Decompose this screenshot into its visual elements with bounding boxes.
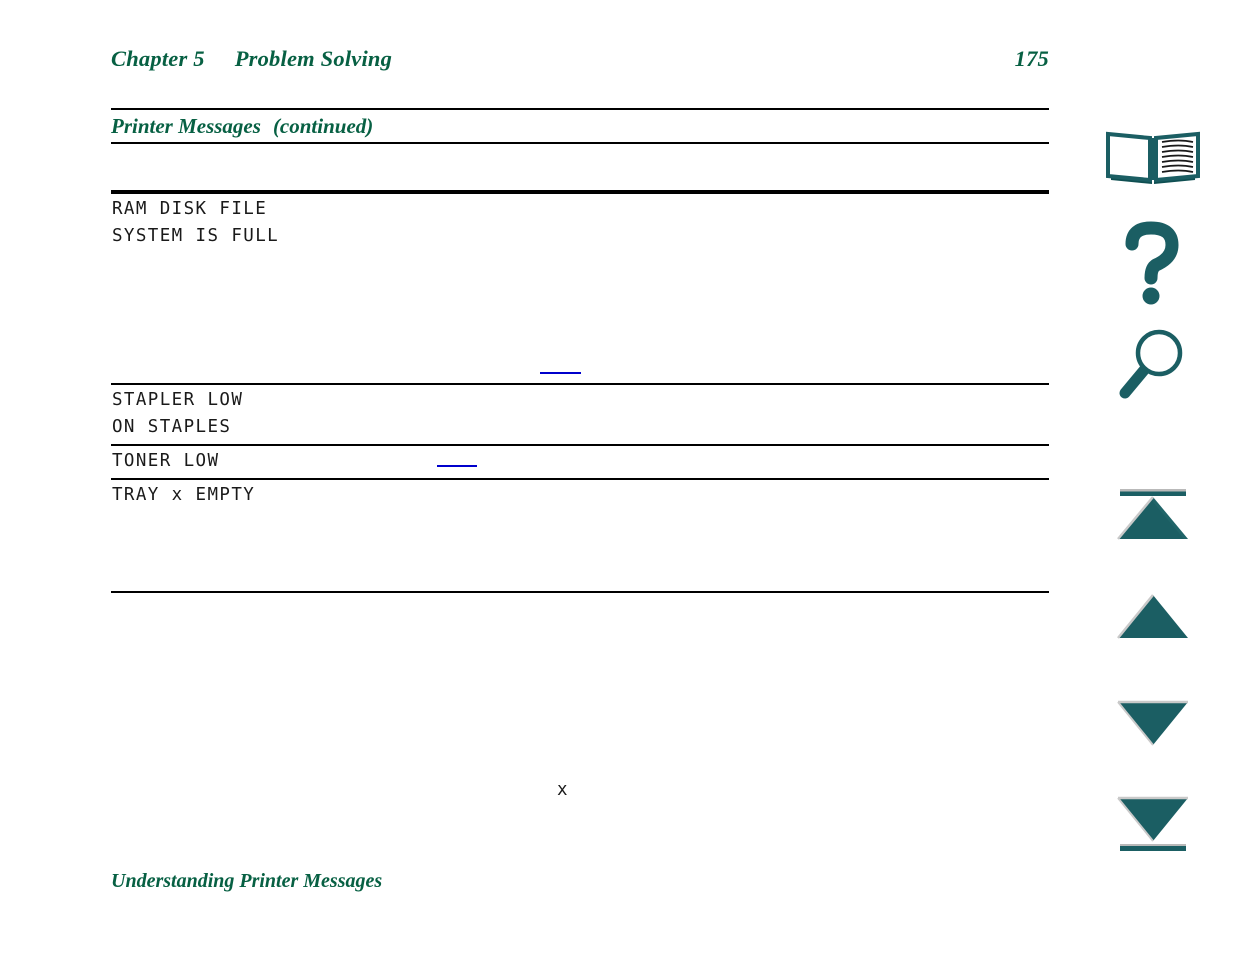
table-row: TRAY x EMPTY x bbox=[111, 480, 1049, 800]
message-cell: TRAY x EMPTY bbox=[112, 485, 256, 505]
table-row: TONER LOW bbox=[111, 446, 1049, 480]
rule-row-separator bbox=[111, 444, 1049, 446]
table-row: RAM DISK FILE SYSTEM IS FULL bbox=[111, 194, 1049, 383]
first-page-button[interactable] bbox=[1070, 484, 1235, 552]
triangle-down-icon bbox=[1114, 698, 1192, 753]
message-cell: TONER LOW bbox=[112, 451, 220, 471]
page-number: 175 bbox=[1014, 46, 1049, 71]
book-icon bbox=[1103, 126, 1203, 193]
rule-row-separator bbox=[111, 478, 1049, 480]
rule-above-section-title bbox=[111, 108, 1049, 110]
help-button[interactable] bbox=[1070, 218, 1235, 312]
message-cell: STAPLER LOW ON STAPLES bbox=[112, 390, 244, 437]
rule-below-section-title bbox=[111, 142, 1049, 144]
section-title: Printer Messages (continued) bbox=[111, 114, 373, 139]
message-cell: RAM DISK FILE SYSTEM IS FULL bbox=[112, 199, 280, 246]
running-head-chapter: Chapter 5 bbox=[111, 46, 205, 71]
rule-row-separator bbox=[111, 383, 1049, 385]
running-head: Chapter 5 Problem Solving 175 bbox=[111, 46, 1049, 80]
printer-messages-table: RAM DISK FILE SYSTEM IS FULL STAPLER LOW… bbox=[111, 194, 1049, 800]
triangle-down-bar-icon bbox=[1114, 796, 1192, 861]
navigation-rail bbox=[1070, 0, 1235, 954]
last-page-button[interactable] bbox=[1070, 792, 1235, 864]
section-title-continued: (continued) bbox=[272, 114, 374, 138]
cross-reference-link[interactable] bbox=[437, 465, 477, 467]
document-page: Chapter 5 Problem Solving 175 Printer Me… bbox=[0, 0, 1070, 954]
table-row: STAPLER LOW ON STAPLES bbox=[111, 385, 1049, 446]
search-button[interactable] bbox=[1070, 326, 1235, 404]
triangle-up-icon bbox=[1114, 592, 1192, 647]
cross-reference-link[interactable] bbox=[540, 372, 581, 374]
triangle-up-bar-icon bbox=[1114, 488, 1192, 548]
running-head-left: Chapter 5 Problem Solving bbox=[111, 46, 392, 72]
rule-table-bottom bbox=[111, 591, 1049, 593]
section-title-text: Printer Messages bbox=[111, 114, 261, 138]
footer-title: Understanding Printer Messages bbox=[111, 870, 383, 892]
contents-button[interactable] bbox=[1070, 124, 1235, 194]
next-page-button[interactable] bbox=[1070, 694, 1235, 756]
running-head-title: Problem Solving bbox=[234, 46, 393, 71]
magnifier-icon bbox=[1117, 327, 1189, 404]
message-variable-placeholder: x bbox=[557, 780, 569, 800]
question-mark-icon bbox=[1118, 220, 1188, 311]
previous-page-button[interactable] bbox=[1070, 588, 1235, 650]
